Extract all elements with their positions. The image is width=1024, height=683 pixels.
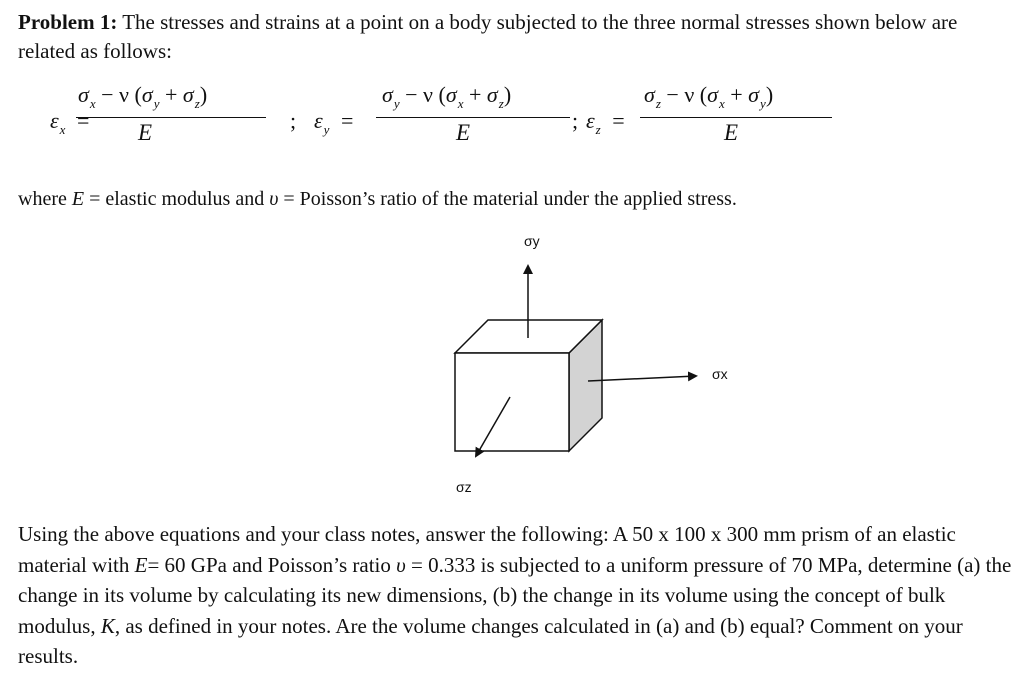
question-text-4: , as defined in your notes. Are the volu… xyxy=(18,613,963,669)
elastic-modulus-symbol: E xyxy=(71,188,85,210)
subscript: y xyxy=(760,96,766,111)
plus-sign: + xyxy=(724,82,749,107)
close-paren: ) xyxy=(765,82,774,107)
subscript: x xyxy=(718,96,725,111)
fraction-bar xyxy=(640,117,832,118)
stress-cube-diagram: σy σx σz xyxy=(453,233,728,495)
problem-intro-text: The stresses and strains at a point on a… xyxy=(18,10,958,63)
elastic-modulus-symbol: E xyxy=(134,552,148,577)
subscript: z xyxy=(595,122,601,137)
elastic-modulus-text: = elastic modulus and xyxy=(84,188,270,210)
sigma: σ xyxy=(748,82,760,107)
minus-nu: − ν ( xyxy=(660,82,708,107)
sigma: σ xyxy=(707,82,718,107)
equals-sign: = xyxy=(612,108,625,133)
bulk-modulus-symbol: K xyxy=(100,613,115,638)
sigma-x-label: σx xyxy=(712,366,728,382)
poisson-text: = Poisson’s ratio of the material under … xyxy=(278,188,737,210)
poisson-symbol: υ xyxy=(396,552,406,577)
strain-z-lhs: εz = xyxy=(586,108,625,137)
where-prefix: where xyxy=(18,188,72,210)
definitions-line: where E = elastic modulus and υ = Poisso… xyxy=(18,186,737,212)
sigma-x-arrow xyxy=(587,371,698,382)
strain-z-numerator: σz − ν (σx + σy) xyxy=(644,82,774,111)
sigma: σ xyxy=(644,82,655,107)
problem-label: Problem 1: xyxy=(18,10,118,34)
equation-strain-z: εz = σz − ν (σx + σy) E xyxy=(0,82,1000,156)
subscript: z xyxy=(655,96,661,111)
epsilon-symbol: ε xyxy=(586,108,595,133)
problem-intro: Problem 1: The stresses and strains at a… xyxy=(18,8,1008,66)
question-text-2: = 60 GPa and Poisson’s ratio xyxy=(147,552,397,577)
cube-front-face xyxy=(454,352,570,452)
strain-z-denominator: E xyxy=(724,120,739,145)
sigma-z-label: σz xyxy=(456,479,472,495)
question-paragraph: Using the above equations and your class… xyxy=(18,519,1013,672)
sigma-y-label: σy xyxy=(524,233,540,249)
